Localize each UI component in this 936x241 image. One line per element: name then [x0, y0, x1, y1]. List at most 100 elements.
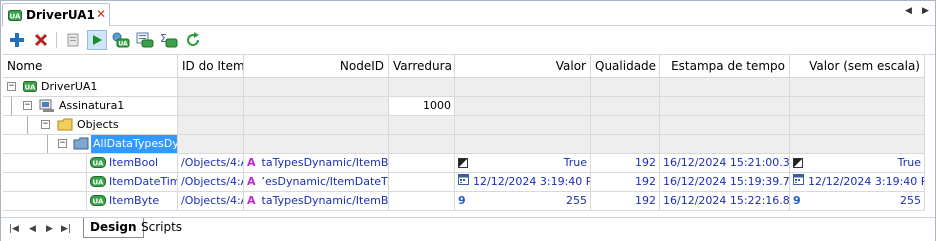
refresh-icon[interactable]	[183, 30, 203, 50]
add-icon[interactable]	[7, 30, 27, 50]
cell-scan[interactable]	[389, 173, 455, 192]
cell-empty	[790, 116, 925, 135]
cell-timestamp[interactable]: 16/12/2024 15:19:39.718	[660, 173, 790, 192]
tree-row-item[interactable]: UA ItemBool	[3, 154, 178, 173]
tab-scroll-left-icon[interactable]: ◀	[905, 6, 912, 16]
cell-value[interactable]: True	[455, 154, 591, 173]
tab-scripts[interactable]: Scripts	[135, 218, 188, 238]
tree-row-driver[interactable]: − UA DriverUA1	[3, 78, 178, 97]
cell-value[interactable]: 9 255	[455, 192, 591, 211]
items-grid: Nome ID do Item NodeID Varredura Valor Q…	[3, 54, 935, 214]
browse-server-icon[interactable]: UA	[111, 30, 131, 50]
document-tab-strip: UA DriverUA1 ✕ ◀ ▶	[1, 1, 935, 26]
ua-tag-icon: UA	[90, 194, 106, 210]
tree-row-folder[interactable]: − AllDataTypesDyna	[3, 135, 178, 154]
ua-tag-icon: UA	[90, 156, 106, 172]
document-tab-driverua1[interactable]: UA DriverUA1 ✕	[2, 3, 110, 26]
collapse-icon[interactable]: −	[7, 82, 16, 91]
cell-scan[interactable]	[389, 154, 455, 173]
column-header-value[interactable]: Valor	[455, 55, 591, 78]
cell-raw-value[interactable]: True	[790, 154, 925, 173]
cell-empty	[244, 78, 389, 97]
first-tab-icon[interactable]: |◀	[9, 224, 19, 234]
bool-icon	[793, 154, 803, 172]
import-items-icon[interactable]	[135, 30, 155, 50]
calendar-icon	[793, 173, 804, 191]
tree-line	[27, 116, 28, 134]
cell-node-id[interactable]: AtaTypesDynamic/ItemByte	[244, 192, 389, 211]
cell-empty	[178, 78, 244, 97]
collapse-icon[interactable]: −	[23, 101, 32, 110]
next-tab-icon[interactable]: ▶	[46, 224, 53, 234]
tree-row-objects[interactable]: − Objects	[3, 116, 178, 135]
folder-icon	[57, 118, 73, 134]
svg-text:UA: UA	[93, 179, 104, 187]
cell-empty	[178, 97, 244, 116]
last-tab-icon[interactable]: ▶|	[61, 224, 71, 234]
svg-text:UA: UA	[10, 13, 21, 21]
cell-empty	[455, 78, 591, 97]
cell-raw-value[interactable]: 9 255	[790, 192, 925, 211]
start-icon[interactable]	[87, 30, 107, 50]
node-id-text: ’esDynamic/ItemDateTime	[261, 175, 388, 188]
tree-label-folder[interactable]: AllDataTypesDyna	[91, 135, 177, 153]
cell-quality[interactable]: 192	[591, 173, 660, 192]
collapse-icon[interactable]: −	[41, 120, 50, 129]
cell-scan[interactable]: 1000	[389, 97, 455, 116]
column-header-scan[interactable]: Varredura	[389, 55, 455, 78]
cell-empty	[178, 116, 244, 135]
tree-indent	[3, 192, 87, 210]
collapse-icon[interactable]: −	[58, 139, 67, 148]
tree-line	[11, 97, 12, 115]
cell-node-id[interactable]: AtaTypesDynamic/ItemBool	[244, 154, 389, 173]
tree-row-item[interactable]: UA ItemByte	[3, 192, 178, 211]
node-id-text: taTypesDynamic/ItemByte	[261, 194, 389, 207]
cell-node-id[interactable]: A ’esDynamic/ItemDateTime	[244, 173, 389, 192]
column-header-node-id[interactable]: NodeID	[244, 55, 389, 78]
cell-value[interactable]: 12/12/2024 3:19:40 PM	[455, 173, 591, 192]
svg-text:UA: UA	[118, 41, 128, 48]
cell-empty	[591, 135, 660, 154]
string-type-icon: A	[247, 194, 256, 207]
cell-quality[interactable]: 192	[591, 154, 660, 173]
toolbar: UA Σ	[1, 27, 935, 53]
cell-raw-value[interactable]: 12/12/2024 3:19:40 PM	[790, 173, 925, 192]
column-header-timestamp[interactable]: Estampa de tempo	[660, 55, 790, 78]
delete-icon[interactable]	[31, 30, 51, 50]
bottom-tab-bar: |◀ ◀ ▶ ▶| Design Scripts	[1, 217, 935, 241]
cell-empty	[455, 97, 591, 116]
close-icon[interactable]: ✕	[96, 8, 106, 20]
cell-item-id[interactable]: /Objects/4:A	[178, 173, 244, 192]
cell-empty	[660, 135, 790, 154]
document-tab-label: DriverUA1	[26, 8, 95, 22]
cell-empty	[790, 97, 925, 116]
item-name: ItemBool	[109, 156, 159, 169]
folder-icon	[73, 137, 89, 153]
cell-empty	[455, 116, 591, 135]
previous-tab-icon[interactable]: ◀	[29, 224, 36, 234]
tree-row-subscription[interactable]: − Assinatura1	[3, 97, 178, 116]
cell-timestamp[interactable]: 16/12/2024 15:22:16.851	[660, 192, 790, 211]
cell-scan[interactable]	[389, 192, 455, 211]
cell-empty	[660, 78, 790, 97]
cell-quality[interactable]: 192	[591, 192, 660, 211]
cell-empty	[591, 116, 660, 135]
tree-row-item[interactable]: UA ItemDateTime	[3, 173, 178, 192]
string-type-icon: A	[247, 156, 256, 169]
number-icon: 9	[458, 194, 466, 207]
value-text: 12/12/2024 3:19:40 PM	[473, 175, 591, 188]
column-header-raw-value[interactable]: Valor (sem escala)	[790, 55, 925, 78]
cell-empty	[660, 116, 790, 135]
column-header-name[interactable]: Nome	[3, 55, 178, 78]
svg-text:UA: UA	[93, 160, 104, 168]
properties-icon[interactable]	[63, 30, 83, 50]
tab-scroll-right-icon[interactable]: ▶	[922, 6, 929, 16]
cell-empty	[790, 78, 925, 97]
sum-ua-icon[interactable]: Σ	[159, 30, 179, 50]
column-header-item-id[interactable]: ID do Item	[178, 55, 244, 78]
cell-timestamp[interactable]: 16/12/2024 15:21:00.313	[660, 154, 790, 173]
cell-item-id[interactable]: /Objects/4:A	[178, 154, 244, 173]
cell-item-id[interactable]: /Objects/4:A	[178, 192, 244, 211]
bool-icon	[458, 154, 468, 172]
column-header-quality[interactable]: Qualidade	[591, 55, 660, 78]
